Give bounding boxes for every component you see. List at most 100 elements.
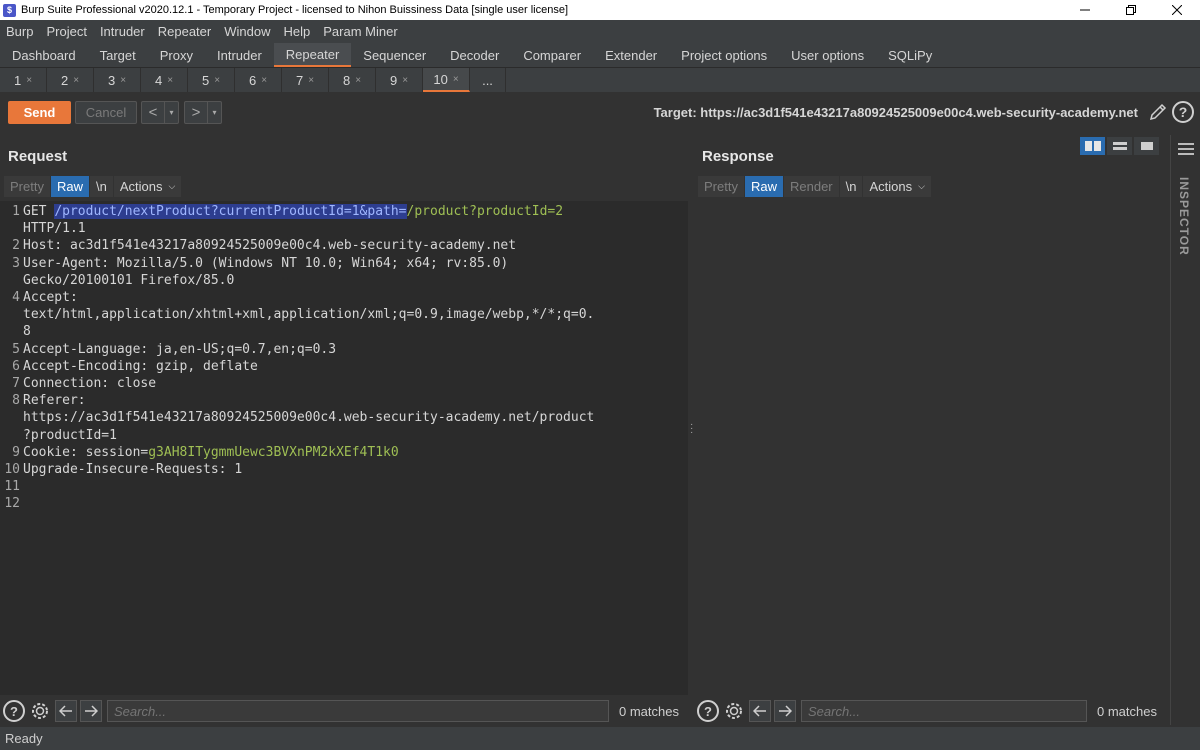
request-actions-button[interactable]: Actions ⌵ [113,176,182,197]
tab-decoder[interactable]: Decoder [438,43,511,67]
editor-line: 2 Host: ac3d1f541e43217a80924525009e00c4.… [0,237,688,254]
repeater-tab-10[interactable]: 10 × [423,68,470,92]
request-search-input[interactable] [107,700,609,722]
response-view-tabs: Pretty Raw Render \n Actions ⌵ [698,176,932,197]
response-editor[interactable] [696,201,1168,695]
close-button[interactable] [1154,0,1200,20]
close-icon[interactable]: × [355,75,361,86]
close-icon[interactable]: × [261,75,267,86]
menu-repeater[interactable]: Repeater [158,24,211,39]
cancel-button[interactable]: Cancel [75,101,137,124]
repeater-tab-9[interactable]: 9 × [376,68,423,92]
layout-tabs-button[interactable] [1134,137,1159,155]
request-search-gear-icon[interactable] [28,699,52,723]
repeater-tab-5[interactable]: 5 × [188,68,235,92]
tab-project-options[interactable]: Project options [669,43,779,67]
response-view-render[interactable]: Render [783,176,839,197]
menu-burp[interactable]: Burp [6,24,33,39]
repeater-tab-3[interactable]: 3 × [94,68,141,92]
close-icon[interactable]: × [453,74,459,85]
arrow-left-icon [753,705,766,717]
response-search-next-button[interactable] [774,700,796,722]
editor-line: 4 Accept: [0,289,688,306]
code-text: Accept-Encoding: gzip, deflate [23,358,258,374]
editor-line: 1 GET /product/nextProduct?currentProduct… [0,203,688,220]
repeater-tab-1[interactable]: 1 × [0,68,47,92]
response-actions-button[interactable]: Actions ⌵ [863,176,931,197]
layout-stacked-button[interactable] [1107,137,1132,155]
response-view-newline[interactable]: \n [839,176,863,197]
editor-line: Gecko/20100101 Firefox/85.0 [0,272,688,289]
repeater-tab-2[interactable]: 2 × [47,68,94,92]
repeater-tab-label: 1 [13,72,22,88]
tab-intruder[interactable]: Intruder [205,43,274,67]
line-number [0,306,23,323]
menu-project[interactable]: Project [46,24,86,39]
editor-line: 5 Accept-Language: ja,en-US;q=0.7,en;q=0.… [0,341,688,358]
restore-button[interactable] [1108,0,1154,20]
line-number [0,427,23,444]
line-number [0,272,23,289]
response-search-gear-icon[interactable] [722,699,746,723]
request-view-tabs: Pretty Raw \n Actions ⌵ [4,176,182,197]
hamburger-icon[interactable] [1178,143,1194,158]
request-view-raw[interactable]: Raw [50,176,89,197]
close-icon[interactable]: × [308,75,314,86]
back-dropdown-button[interactable]: ▾ [164,102,178,123]
close-icon[interactable]: × [26,75,32,86]
editor-line: 11 [0,478,688,495]
help-icon[interactable]: ? [1172,101,1194,123]
status-text: Ready [5,731,43,746]
minimize-button[interactable] [1062,0,1108,20]
request-editor[interactable]: 1 GET /product/nextProduct?currentProduct… [0,201,688,695]
back-button[interactable]: < [142,102,164,123]
editor-line: 7 Connection: close [0,375,688,392]
inspector-panel[interactable]: INSPECTOR [1170,135,1200,725]
repeater-tab-label: 9 [389,72,398,88]
close-icon[interactable]: × [73,75,79,86]
response-search-help-icon[interactable]: ? [697,700,719,722]
menu-window[interactable]: Window [224,24,270,39]
repeater-tab-4[interactable]: 4 × [141,68,188,92]
new-tab-button[interactable]: ... [470,68,506,92]
request-search-next-button[interactable] [80,700,102,722]
line-content: https://ac3d1f541e43217a80924525009e00c4… [23,409,594,426]
menu-param-miner[interactable]: Param Miner [323,24,397,39]
repeater-tab-6[interactable]: 6 × [235,68,282,92]
request-view-pretty[interactable]: Pretty [4,176,50,197]
code-text: Accept-Language: ja,en-US;q=0.7,en;q=0.3 [23,341,337,357]
forward-button[interactable]: > [185,102,207,123]
menu-intruder[interactable]: Intruder [100,24,145,39]
layout-side-by-side-button[interactable] [1080,137,1105,155]
forward-dropdown-button[interactable]: ▾ [207,102,221,123]
request-search-prev-button[interactable] [55,700,77,722]
tab-comparer[interactable]: Comparer [511,43,593,67]
request-view-newline[interactable]: \n [89,176,113,197]
repeater-tab-7[interactable]: 7 × [282,68,329,92]
menu-help[interactable]: Help [283,24,310,39]
pencil-icon[interactable] [1148,102,1168,122]
param-value: /product?productId=2 [406,204,564,219]
send-button[interactable]: Send [8,101,71,124]
response-view-raw[interactable]: Raw [744,176,783,197]
tab-user-options[interactable]: User options [779,43,876,67]
tab-sqlipy[interactable]: SQLiPy [876,43,944,67]
response-search-prev-button[interactable] [749,700,771,722]
pane-splitter[interactable]: · · · [688,201,696,695]
response-view-pretty[interactable]: Pretty [698,176,744,197]
repeater-tab-8[interactable]: 8 × [329,68,376,92]
line-number: 7 [12,376,20,391]
close-icon[interactable]: × [402,75,408,86]
tab-target[interactable]: Target [88,43,148,67]
tab-dashboard[interactable]: Dashboard [0,43,88,67]
close-icon[interactable]: × [214,75,220,86]
request-search-help-icon[interactable]: ? [3,700,25,722]
status-bar: Ready [0,727,1200,750]
tab-proxy[interactable]: Proxy [148,43,205,67]
close-icon[interactable]: × [120,75,126,86]
tab-extender[interactable]: Extender [593,43,669,67]
tab-sequencer[interactable]: Sequencer [351,43,438,67]
response-search-input[interactable] [801,700,1087,722]
close-icon[interactable]: × [167,75,173,86]
tab-repeater[interactable]: Repeater [273,43,352,67]
